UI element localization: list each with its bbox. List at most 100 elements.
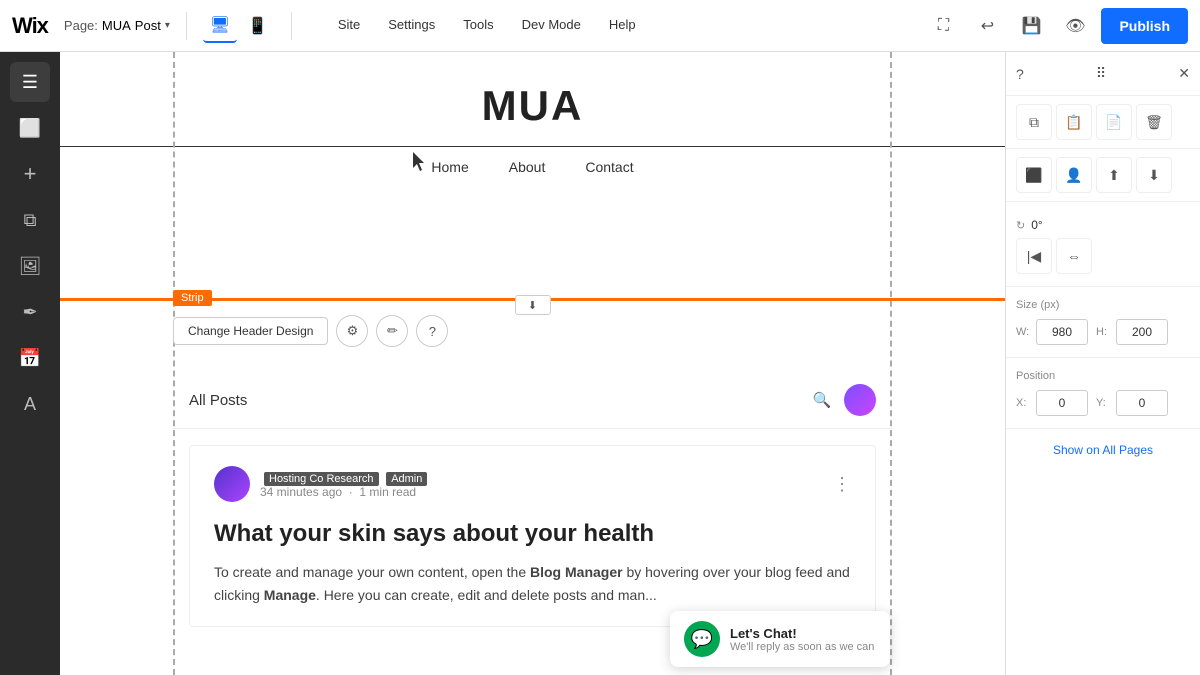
nav-tools[interactable]: Tools (449, 0, 507, 52)
rotate-value: 0° (1031, 218, 1042, 232)
height-input[interactable] (1116, 319, 1168, 345)
chat-title: Let's Chat! (730, 626, 874, 641)
save-icon[interactable]: 💾 (1013, 8, 1049, 44)
panel-icon-row-2: ⬛ 👤 ⬆ ⬇ (1006, 149, 1200, 202)
all-posts-label: All Posts (189, 392, 247, 409)
panel-close-icon[interactable]: ✕ (1178, 65, 1190, 82)
post-content: To create and manage your own content, o… (214, 561, 851, 606)
chat-text-area: Let's Chat! We'll reply as soon as we ca… (730, 626, 874, 653)
strip-label: Strip (173, 290, 212, 306)
page-name[interactable]: MUA (102, 18, 131, 33)
sidebar-media-icon[interactable]: 🖼 (10, 246, 50, 286)
sidebar-pages-icon[interactable]: ☰ (10, 62, 50, 102)
post-author-badge: Admin (386, 472, 427, 486)
canvas-left-boundary (173, 52, 175, 675)
panel-size-section: Size (px) W: H: (1006, 287, 1200, 358)
page-chevron-icon[interactable]: ▾ (165, 20, 170, 31)
nav-devmode[interactable]: Dev Mode (508, 0, 595, 52)
sidebar-calendar-icon[interactable]: 📅 (10, 338, 50, 378)
width-label: W: (1016, 326, 1032, 338)
pencil-icon-btn[interactable]: ✏ (376, 315, 408, 347)
user-avatar (844, 384, 876, 416)
wix-logo: Wix (12, 13, 48, 39)
nav-help[interactable]: Help (595, 0, 650, 52)
nav-contact[interactable]: Contact (585, 159, 633, 175)
y-label: Y: (1096, 397, 1112, 409)
blog-manager-text: Blog Manager (530, 564, 623, 580)
page-label: Page: MUA Post ▾ (64, 18, 170, 33)
nav-settings[interactable]: Settings (374, 0, 449, 52)
right-panel: ? ⠿ ✕ ⧉ 📋 📄 🗑 ⬛ 👤 ⬆ ⬇ ↻ 0° |◀ ⇔ (1005, 52, 1200, 675)
x-input[interactable] (1036, 390, 1088, 416)
settings-icon-btn[interactable]: ⚙ (336, 315, 368, 347)
sidebar-apps-icon[interactable]: A (10, 384, 50, 424)
x-label: X: (1016, 397, 1032, 409)
panel-help-icon[interactable]: ? (1016, 66, 1024, 82)
mobile-device-btn[interactable]: 📱 (241, 9, 275, 43)
change-header-design-button[interactable]: Change Header Design (173, 317, 328, 345)
sidebar-add-icon[interactable]: + (10, 154, 50, 194)
panel-distribute-icon[interactable]: ⇔ (1056, 238, 1092, 274)
panel-copy-icon[interactable]: ⧉ (1016, 104, 1052, 140)
show-all-pages-link[interactable]: Show on All Pages (1053, 443, 1153, 457)
rotate-icon: ↻ (1016, 219, 1025, 232)
canvas: MUA Home About Contact Strip ⬇ Change He… (60, 52, 1005, 675)
post-content-end: . Here you can create, edit and delete p… (316, 587, 657, 603)
width-input[interactable] (1036, 319, 1088, 345)
position-section-title: Position (1016, 370, 1190, 382)
post-meta: Hosting Co Research Admin 34 minutes ago… (214, 466, 851, 502)
panel-grid-icon[interactable]: ⠿ (1096, 65, 1106, 82)
collapse-icon[interactable]: ⛶ (925, 8, 961, 44)
all-posts-bar: All Posts 🔍 (173, 372, 892, 429)
x-field: X: (1016, 390, 1088, 416)
search-icon[interactable]: 🔍 (806, 384, 838, 416)
preview-icon[interactable]: 👁 (1057, 8, 1093, 44)
size-row: W: H: (1016, 319, 1190, 345)
panel-align-bottom-icon[interactable]: ⬇ (1136, 157, 1172, 193)
help-icon-btn[interactable]: ? (416, 315, 448, 347)
panel-topbar: ? ⠿ ✕ (1006, 52, 1200, 96)
height-label: H: (1096, 326, 1112, 338)
post-author-name: Hosting Co Research Admin (260, 470, 823, 485)
undo-icon[interactable]: ↩ (969, 8, 1005, 44)
left-sidebar: ☰ ⬜ + ⧉ 🖼 ✒ 📅 A (0, 52, 60, 675)
desktop-device-btn[interactable]: 🖥 (203, 9, 237, 43)
panel-copy2-icon[interactable]: 📋 (1056, 104, 1092, 140)
show-all-pages-section: Show on All Pages (1016, 441, 1190, 459)
panel-paste-icon[interactable]: 📄 (1096, 104, 1132, 140)
sidebar-design-icon[interactable]: ✒ (10, 292, 50, 332)
canvas-area: MUA Home About Contact Strip ⬇ Change He… (60, 52, 1005, 675)
panel-layer-icon[interactable]: ⬛ (1016, 157, 1052, 193)
publish-button[interactable]: Publish (1101, 8, 1188, 44)
height-field: H: (1096, 319, 1168, 345)
panel-align-top-icon[interactable]: ⬆ (1096, 157, 1132, 193)
panel-rotate-section: ↻ 0° |◀ ⇔ (1006, 202, 1200, 287)
download-handle[interactable]: ⬇ (515, 295, 551, 315)
chat-widget[interactable]: 💬 Let's Chat! We'll reply as soon as we … (670, 611, 890, 667)
page-label-text: Page: (64, 18, 98, 33)
main-layout: ☰ ⬜ + ⧉ 🖼 ✒ 📅 A MUA Home About Contact (0, 52, 1200, 675)
manage-text: Manage (264, 587, 316, 603)
post-author-info: Hosting Co Research Admin 34 minutes ago… (260, 470, 823, 499)
nav-site[interactable]: Site (324, 0, 374, 52)
post-title: What your skin says about your health (214, 518, 851, 549)
topbar-nav: Site Settings Tools Dev Mode Help (324, 0, 650, 52)
post-card: Hosting Co Research Admin 34 minutes ago… (189, 445, 876, 627)
device-switcher: 🖥 📱 (203, 9, 275, 43)
panel-delete-icon[interactable]: 🗑 (1136, 104, 1172, 140)
sidebar-layers-icon[interactable]: ⧉ (10, 200, 50, 240)
site-nav: Home About Contact (60, 147, 1005, 187)
canvas-right-boundary (890, 52, 892, 675)
panel-person-icon[interactable]: 👤 (1056, 157, 1092, 193)
post-author-avatar (214, 466, 250, 502)
page-name-post[interactable]: Post (135, 18, 161, 33)
y-input[interactable] (1116, 390, 1168, 416)
nav-home[interactable]: Home (431, 159, 468, 175)
panel-pin-icon[interactable]: |◀ (1016, 238, 1052, 274)
y-field: Y: (1096, 390, 1168, 416)
nav-about[interactable]: About (509, 159, 546, 175)
width-field: W: (1016, 319, 1088, 345)
position-row: X: Y: (1016, 390, 1190, 416)
sidebar-blocks-icon[interactable]: ⬜ (10, 108, 50, 148)
post-options-icon[interactable]: ⋮ (833, 474, 851, 495)
